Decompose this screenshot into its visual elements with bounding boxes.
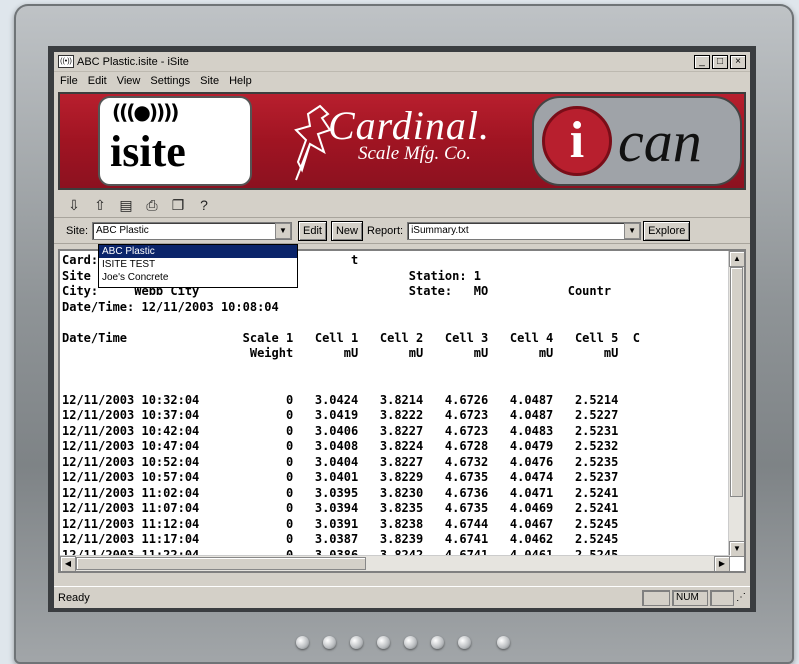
isite-logo: (((●)))) isite (98, 96, 252, 186)
report-line: Weight mU mU mU mU mU (62, 346, 619, 360)
report-row: 12/11/2003 11:17:04 0 3.0387 3.8239 4.67… (62, 532, 619, 546)
copy-icon[interactable]: ❐ (168, 196, 188, 214)
monitor-button[interactable] (431, 636, 444, 649)
menu-file[interactable]: File (60, 75, 78, 87)
vertical-scroll-thumb[interactable] (730, 267, 743, 497)
site-select[interactable]: ABC Plastic ▼ (92, 221, 293, 240)
isite-app-icon: ((•)) (58, 55, 74, 68)
new-doc-icon[interactable]: ▤ (116, 196, 136, 214)
menu-view[interactable]: View (117, 75, 141, 87)
cardinal-subtitle: Scale Mfg. Co. (358, 143, 471, 164)
status-bar: Ready NUM ⋰ (54, 586, 750, 608)
report-select[interactable]: iSummary.txt ▼ (407, 221, 642, 240)
site-label: Site: (66, 224, 89, 237)
upload-icon[interactable]: ⇧ (90, 196, 110, 214)
report-text: Card: tSite Name: ABC Plastic Station: 1… (62, 253, 728, 557)
scroll-left-icon[interactable]: ◀ (60, 556, 76, 571)
status-pane (642, 589, 670, 606)
cardinal-wordmark: Cardinal. Scale Mfg. Co. (288, 102, 490, 165)
print-icon[interactable]: ⎙ (142, 196, 162, 214)
menu-help[interactable]: Help (229, 75, 252, 87)
power-button[interactable] (497, 636, 510, 649)
scroll-down-icon[interactable]: ▼ (729, 541, 744, 557)
title-bar[interactable]: ((•)) ABC Plastic.isite - iSite _ □ × (54, 52, 750, 72)
report-row: 12/11/2003 10:52:04 0 3.0404 3.8227 4.67… (62, 454, 619, 469)
cardinal-banner: (((●)))) isite Cardinal. Scale Mfg. Co. … (58, 92, 746, 190)
maximize-button[interactable]: □ (712, 54, 728, 69)
monitor-button[interactable] (323, 636, 336, 649)
vertical-scrollbar[interactable]: ▲ ▼ (728, 251, 744, 557)
signal-waves-icon: (((●)))) (112, 100, 179, 124)
horizontal-scrollbar[interactable]: ◀ ▶ (60, 555, 730, 571)
ican-wordmark: can (618, 108, 702, 174)
chevron-down-icon[interactable]: ▼ (624, 222, 641, 239)
download-icon[interactable]: ⇩ (64, 196, 84, 214)
report-label: Report: (367, 224, 404, 237)
minimize-button[interactable]: _ (694, 54, 710, 69)
report-row: 12/11/2003 10:57:04 0 3.0401 3.8229 4.67… (62, 470, 619, 484)
menu-site[interactable]: Site (200, 75, 219, 87)
resize-grip-icon[interactable]: ⋰ (736, 592, 750, 603)
site-option[interactable]: ABC Plastic (99, 245, 297, 258)
status-text: Ready (58, 591, 90, 604)
report-row: 12/11/2003 11:12:04 0 3.0391 3.8238 4.67… (62, 516, 619, 531)
site-option[interactable]: Joe's Concrete (99, 271, 297, 284)
help-icon[interactable]: ? (194, 196, 214, 214)
report-row: 12/11/2003 10:42:04 0 3.0406 3.8227 4.67… (62, 423, 619, 438)
menu-edit[interactable]: Edit (88, 75, 107, 87)
chevron-down-icon[interactable]: ▼ (275, 222, 292, 239)
report-row: 12/11/2003 10:37:04 0 3.0419 3.8222 4.67… (62, 408, 619, 422)
report-row: 12/11/2003 10:32:04 0 3.0424 3.8214 4.67… (62, 392, 619, 407)
cardinal-name: Cardinal. (328, 103, 490, 148)
monitor-button[interactable] (350, 636, 363, 649)
site-option[interactable]: ISITE TEST (99, 258, 297, 271)
toolbar: ⇩ ⇧ ▤ ⎙ ❐ ? (54, 192, 750, 218)
status-pane (710, 589, 734, 606)
new-site-button[interactable]: New (330, 220, 363, 241)
report-line: Date/Time Scale 1 Cell 1 Cell 2 Cell 3 C… (62, 330, 640, 345)
report-row: 12/11/2003 11:07:04 0 3.0394 3.8235 4.67… (62, 501, 619, 515)
ican-i-badge: i (542, 106, 612, 176)
report-line: Date/Time: 12/11/2003 10:08:04 (62, 299, 279, 314)
report-line (62, 315, 728, 331)
site-dropdown-list[interactable]: ABC Plastic ISITE TEST Joe's Concrete (98, 244, 298, 288)
menu-settings[interactable]: Settings (150, 75, 190, 87)
monitor-button[interactable] (458, 636, 471, 649)
monitor-button[interactable] (296, 636, 309, 649)
report-row: 12/11/2003 10:47:04 0 3.0408 3.8224 4.67… (62, 439, 619, 453)
menu-bar: File Edit View Settings Site Help (54, 72, 750, 90)
scroll-right-icon[interactable]: ▶ (714, 556, 730, 571)
monitor-button[interactable] (377, 636, 390, 649)
window-title: ABC Plastic.isite - iSite (77, 55, 189, 68)
report-viewer[interactable]: Card: tSite Name: ABC Plastic Station: 1… (58, 249, 746, 573)
report-line (62, 362, 728, 378)
monitor-button[interactable] (404, 636, 417, 649)
edit-site-button[interactable]: Edit (298, 220, 327, 241)
site-bar: Site: ABC Plastic ▼ Edit New Report: iSu… (54, 218, 750, 244)
report-row: 12/11/2003 11:02:04 0 3.0395 3.8230 4.67… (62, 485, 619, 500)
isite-wordmark: isite (110, 127, 186, 176)
explore-button[interactable]: Explore (643, 220, 691, 241)
ican-logo: i can (532, 96, 742, 186)
horizontal-scroll-thumb[interactable] (76, 557, 366, 570)
scroll-up-icon[interactable]: ▲ (729, 251, 744, 267)
app-window: ((•)) ABC Plastic.isite - iSite _ □ × Fi… (54, 52, 750, 608)
report-line (62, 377, 728, 393)
close-button[interactable]: × (730, 54, 746, 69)
num-lock-indicator: NUM (672, 589, 708, 606)
report-select-value: iSummary.txt (411, 225, 469, 236)
monitor-buttons (296, 636, 524, 649)
site-select-value: ABC Plastic (96, 225, 149, 236)
